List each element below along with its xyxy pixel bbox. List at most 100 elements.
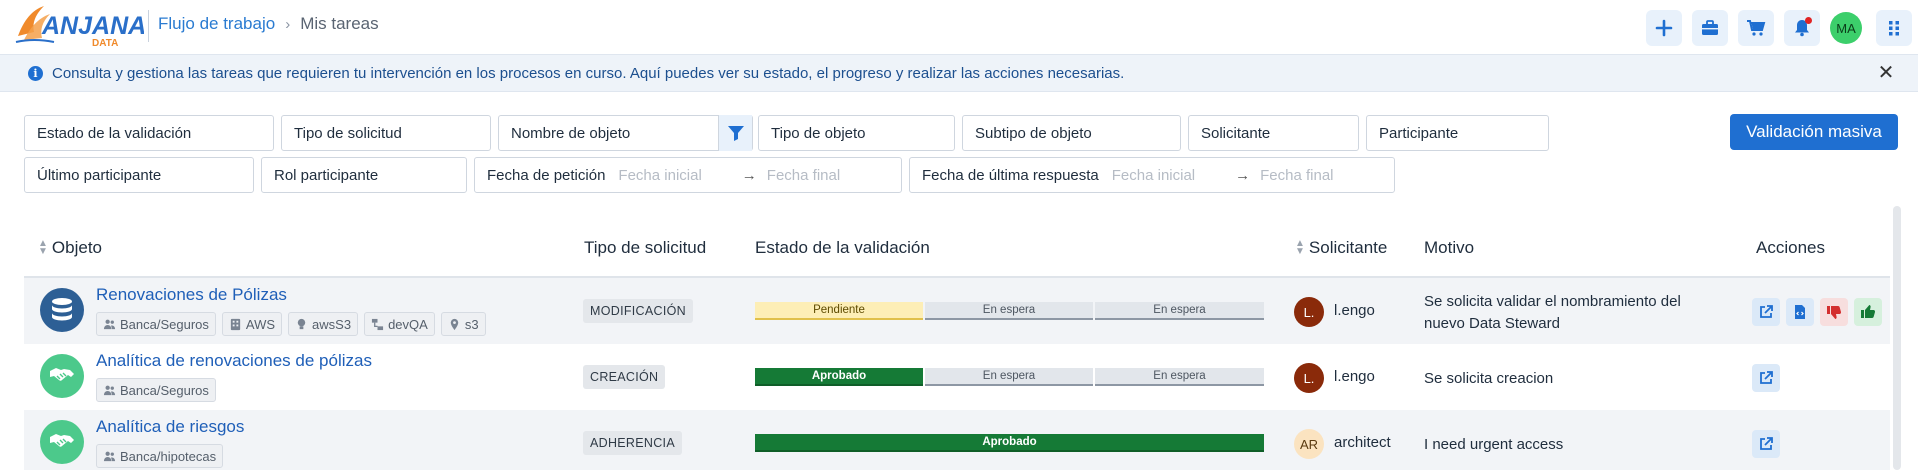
- status-step: En espera: [925, 302, 1093, 320]
- network-icon: [372, 318, 384, 330]
- table-header: ▲ ▼ Objeto Tipo de solicitud Estado de la …: [24, 218, 1890, 278]
- date-start-placeholder[interactable]: Fecha inicial: [618, 167, 701, 184]
- date-range-arrow: →: [1235, 166, 1251, 184]
- filter-label: Fecha de última respuesta: [922, 166, 1099, 184]
- filter-participant-role[interactable]: Rol participante: [261, 157, 467, 193]
- location-tag: awsS3: [288, 312, 359, 336]
- requester-avatar: AR: [1294, 429, 1324, 459]
- filter-requester[interactable]: Solicitante: [1188, 115, 1359, 151]
- status-step: En espera: [1095, 302, 1264, 320]
- logo-wordmark: ANJANA: [41, 12, 144, 40]
- filter-validation-status[interactable]: Estado de la validación: [24, 115, 274, 151]
- reason-text: Se solicita validar el nombramiento del …: [1424, 293, 1681, 332]
- column-label: Estado de la validación: [755, 238, 930, 257]
- filter-label: Estado de la validación: [37, 124, 192, 142]
- domain-tag: Banca/Seguros: [96, 378, 216, 402]
- filter-request-date[interactable]: Fecha de petición Fecha inicial → Fecha …: [474, 157, 902, 193]
- request-type-badge: MODIFICACIÓN: [583, 299, 693, 323]
- column-requester[interactable]: ▲ ▼ Solicitante: [1295, 218, 1387, 278]
- requester-name: l.engo: [1334, 368, 1375, 385]
- filter-apply-button[interactable]: [718, 115, 752, 151]
- breadcrumb: Flujo de trabajo › Mis tareas: [158, 14, 379, 34]
- table-row: Analítica de riesgos Banca/hipotecas ADH…: [24, 410, 1890, 470]
- briefcase-icon: [1702, 20, 1718, 35]
- filter-label: Participante: [1379, 124, 1459, 142]
- notifications-button[interactable]: [1784, 10, 1820, 46]
- date-end-placeholder[interactable]: Fecha final: [1260, 167, 1333, 184]
- reason-text: Se solicita creacion: [1424, 370, 1554, 387]
- mass-validation-button[interactable]: Validación masiva: [1730, 114, 1898, 150]
- status-step: En espera: [925, 368, 1093, 386]
- filter-participant[interactable]: Participante: [1366, 115, 1549, 151]
- filter-last-participant[interactable]: Último participante: [24, 157, 254, 193]
- open-button[interactable]: [1752, 298, 1780, 326]
- filter-request-type[interactable]: Tipo de solicitud: [281, 115, 491, 151]
- file-code-icon: [1795, 305, 1805, 319]
- table-row: Analítica de renovaciones de pólizas Ban…: [24, 344, 1890, 410]
- object-title-link[interactable]: Analítica de renovaciones de pólizas: [96, 351, 372, 371]
- table-row: Renovaciones de Pólizas Banca/Seguros AW…: [24, 278, 1890, 344]
- top-header: ANJANA DATA Flujo de trabajo › Mis tarea…: [0, 0, 1918, 54]
- tag-label: awsS3: [312, 316, 352, 332]
- briefcase-button[interactable]: [1692, 10, 1728, 46]
- thumbs-down-icon: [1827, 306, 1842, 319]
- funnel-icon: [727, 126, 744, 141]
- column-label: Motivo: [1424, 238, 1475, 257]
- info-icon: i: [28, 66, 43, 81]
- tag-label: s3: [464, 316, 479, 332]
- handshake-icon: [40, 354, 84, 398]
- tag-label: devQA: [388, 316, 428, 332]
- requester-avatar: L.: [1294, 297, 1324, 327]
- tag-label: AWS: [245, 316, 276, 332]
- object-title-link[interactable]: Analítica de riesgos: [96, 417, 244, 437]
- add-button[interactable]: [1646, 10, 1682, 46]
- table-scrollbar[interactable]: [1893, 206, 1901, 470]
- zone-tag: s3: [440, 312, 486, 336]
- notification-dot: [1805, 17, 1812, 24]
- date-start-placeholder[interactable]: Fecha inicial: [1112, 167, 1195, 184]
- cart-icon: [1747, 20, 1766, 36]
- object-tags: Banca/Seguros: [96, 378, 216, 402]
- reject-button[interactable]: [1820, 298, 1848, 326]
- tag-label: Banca/Seguros: [120, 382, 209, 398]
- filter-object-name[interactable]: Nombre de objeto: [498, 115, 753, 151]
- breadcrumb-current: Mis tareas: [300, 14, 379, 33]
- object-tags: Banca/hipotecas: [96, 444, 224, 468]
- reason-text: I need urgent access: [1424, 436, 1564, 453]
- filter-object-subtype[interactable]: Subtipo de objeto: [962, 115, 1181, 151]
- date-range-arrow: →: [741, 166, 757, 184]
- open-button[interactable]: [1752, 364, 1780, 392]
- users-icon: [103, 451, 116, 461]
- system-tag: AWS: [221, 312, 283, 336]
- object-title-link[interactable]: Renovaciones de Pólizas: [96, 285, 287, 305]
- column-request-type: Tipo de solicitud: [584, 218, 706, 278]
- apps-button[interactable]: [1876, 10, 1912, 46]
- document-button[interactable]: [1786, 298, 1814, 326]
- approve-button[interactable]: [1854, 298, 1882, 326]
- filter-last-response-date[interactable]: Fecha de última respuesta Fecha inicial …: [909, 157, 1395, 193]
- requester-name: architect: [1334, 434, 1391, 451]
- breadcrumb-separator: ›: [285, 15, 291, 33]
- sort-icon[interactable]: ▲ ▼: [38, 239, 48, 257]
- server-icon: [230, 318, 241, 330]
- sort-icon[interactable]: ▲ ▼: [1295, 239, 1305, 257]
- breadcrumb-workflow-link[interactable]: Flujo de trabajo: [158, 14, 275, 34]
- cart-button[interactable]: [1738, 10, 1774, 46]
- close-icon[interactable]: ✕: [1876, 63, 1896, 83]
- thumbs-up-icon: [1861, 305, 1876, 318]
- status-step: Aprobado: [755, 434, 1264, 452]
- bulb-icon: [297, 318, 306, 329]
- column-actions: Acciones: [1756, 218, 1825, 278]
- filter-object-type[interactable]: Tipo de objeto: [758, 115, 955, 151]
- column-object[interactable]: ▲ ▼ Objeto: [38, 218, 102, 278]
- user-avatar[interactable]: MA: [1830, 12, 1862, 44]
- open-button[interactable]: [1752, 430, 1780, 458]
- external-link-icon: [1760, 437, 1773, 450]
- column-reason: Motivo: [1424, 218, 1474, 278]
- date-end-placeholder[interactable]: Fecha final: [767, 167, 840, 184]
- anjana-data-logo[interactable]: ANJANA DATA: [14, 2, 146, 50]
- column-label: Tipo de solicitud: [584, 238, 707, 257]
- domain-tag: Banca/hipotecas: [96, 444, 224, 468]
- external-link-icon: [1760, 371, 1773, 384]
- logo-subtext: DATA: [92, 38, 118, 49]
